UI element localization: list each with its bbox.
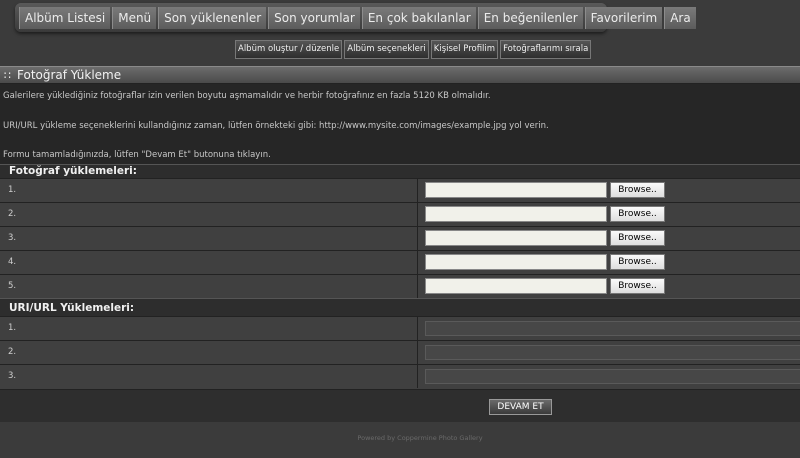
url-uploads-heading: URI/URL Yüklemeleri:: [9, 302, 135, 314]
page-title-bar: ∷ Fotoğraf Yükleme: [0, 66, 800, 84]
browse-button[interactable]: Browse..: [610, 182, 665, 198]
browse-button[interactable]: Browse..: [610, 206, 665, 222]
continue-button[interactable]: DEVAM ET: [489, 399, 552, 415]
row-number: 1.: [8, 185, 17, 195]
size-limit-note: Galerilere yüklediğiniz fotoğraflar izin…: [3, 91, 491, 101]
url-uploads-header: URI/URL Yüklemeleri:: [0, 298, 800, 316]
sort-photos-button[interactable]: Fotoğraflarımı sırala: [500, 40, 592, 59]
column-divider: [417, 275, 418, 298]
row-number: 3.: [8, 371, 17, 381]
column-divider: [417, 317, 418, 340]
file-upload-row: 3. Browse..: [0, 226, 800, 250]
create-edit-album-button[interactable]: Albüm oluştur / düzenle: [235, 40, 343, 59]
url-input[interactable]: [425, 345, 800, 360]
my-profile-button[interactable]: Kişisel Profilim: [430, 40, 499, 59]
url-upload-row: 1.: [0, 316, 800, 340]
user-submenu: Albüm oluştur / düzenle Albüm seçenekler…: [235, 40, 592, 59]
url-input[interactable]: [425, 321, 800, 336]
file-path-input[interactable]: [425, 278, 607, 294]
file-upload-row: 4. Browse..: [0, 250, 800, 274]
footer-credit: Powered by Coppermine Photo Gallery: [357, 434, 483, 442]
submit-instruction-note: Formu tamamladığınızda, lütfen "Devam Et…: [3, 150, 271, 160]
file-upload-row: 5. Browse..: [0, 274, 800, 298]
file-upload-row: 2. Browse..: [0, 202, 800, 226]
file-uploads-header: Fotoğraf yüklemeleri:: [0, 164, 800, 178]
nav-most-viewed[interactable]: En çok bakılanlar: [361, 7, 476, 29]
nav-top-rated[interactable]: En beğenilenler: [477, 7, 583, 29]
row-number: 2.: [8, 347, 17, 357]
row-number: 1.: [8, 323, 17, 333]
title-dots-icon: ∷: [4, 69, 11, 82]
url-upload-row: 2.: [0, 340, 800, 364]
column-divider: [417, 179, 418, 202]
browse-button[interactable]: Browse..: [610, 230, 665, 246]
file-uploads-heading: Fotoğraf yüklemeleri:: [9, 165, 137, 177]
nav-last-uploads[interactable]: Son yüklenenler: [158, 7, 267, 29]
file-path-input[interactable]: [425, 182, 607, 198]
file-path-input[interactable]: [425, 254, 607, 270]
nav-last-comments[interactable]: Son yorumlar: [268, 7, 360, 29]
file-path-input[interactable]: [425, 230, 607, 246]
column-divider: [417, 203, 418, 226]
column-divider: [417, 341, 418, 364]
row-number: 3.: [8, 233, 17, 243]
upload-instructions: Galerilere yüklediğiniz fotoğraflar izin…: [0, 84, 800, 164]
column-divider: [417, 365, 418, 388]
album-options-button[interactable]: Albüm seçenekleri: [344, 40, 429, 59]
browse-button[interactable]: Browse..: [610, 254, 665, 270]
nav-album-list[interactable]: Albüm Listesi: [19, 7, 111, 29]
page-title: Fotoğraf Yükleme: [17, 68, 122, 82]
url-input[interactable]: [425, 369, 800, 384]
url-format-note: URI/URL yükleme seçeneklerini kullandığı…: [3, 121, 549, 131]
main-menu: Albüm Listesi Menü Son yüklenenler Son y…: [19, 7, 696, 29]
nav-search[interactable]: Ara: [664, 7, 696, 29]
url-upload-row: 3.: [0, 364, 800, 389]
nav-menu[interactable]: Menü: [112, 7, 157, 29]
row-number: 5.: [8, 281, 17, 291]
column-divider: [417, 227, 418, 250]
submit-area: DEVAM ET: [0, 389, 800, 422]
row-number: 4.: [8, 257, 17, 267]
browse-button[interactable]: Browse..: [610, 278, 665, 294]
file-path-input[interactable]: [425, 206, 607, 222]
column-divider: [417, 251, 418, 274]
file-upload-row: 1. Browse..: [0, 178, 800, 202]
row-number: 2.: [8, 209, 17, 219]
nav-favorites[interactable]: Favorilerim: [584, 7, 663, 29]
